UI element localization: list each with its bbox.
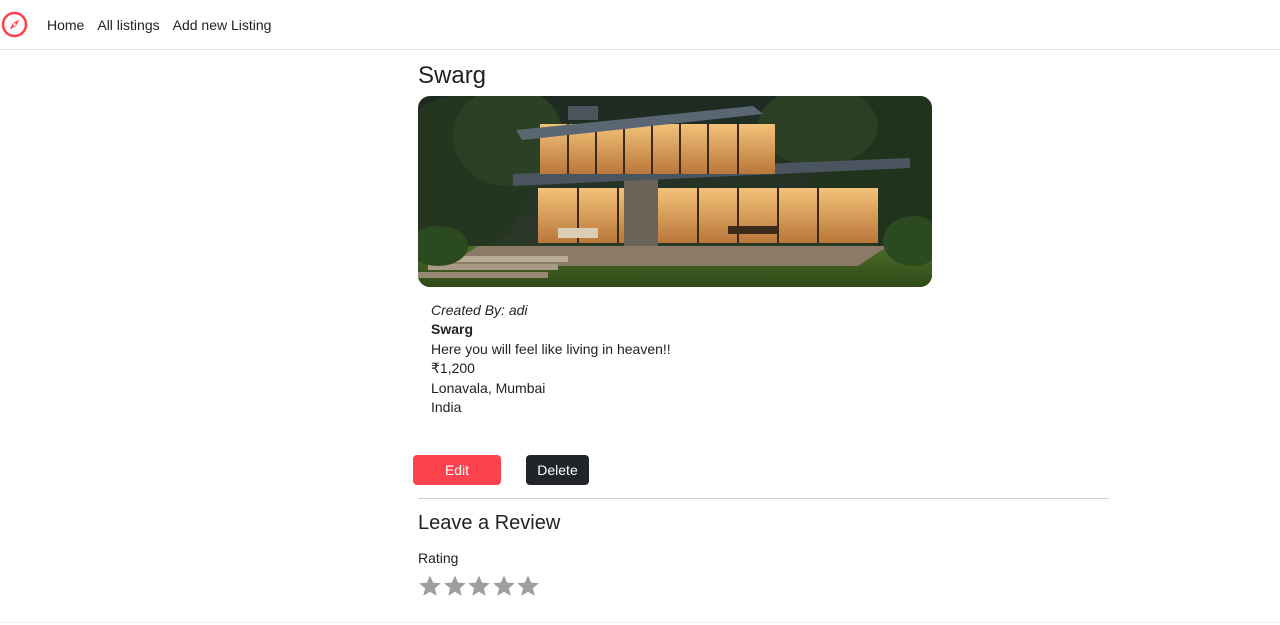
navbar: Home All listings Add new Listing <box>0 0 1280 50</box>
footer-divider <box>0 622 1280 623</box>
edit-button[interactable]: Edit <box>413 455 501 485</box>
nav-link-add-new-listing[interactable]: Add new Listing <box>173 17 272 33</box>
listing-details: Created By: adi Swarg Here you will feel… <box>431 301 671 417</box>
listing-owner: Created By: adi <box>431 302 528 318</box>
star-icon[interactable] <box>467 574 491 598</box>
star-icon[interactable] <box>492 574 516 598</box>
star-icon[interactable] <box>418 574 442 598</box>
nav-links: Home All listings Add new Listing <box>47 0 284 50</box>
review-heading: Leave a Review <box>418 512 561 534</box>
delete-button[interactable]: Delete <box>526 455 589 485</box>
compass-icon[interactable] <box>1 11 28 38</box>
listing-name: Swarg <box>431 321 474 338</box>
listing-description: Here you will feel like living in heaven… <box>431 340 671 357</box>
listing-image <box>418 96 932 287</box>
star-icon[interactable] <box>443 574 467 598</box>
listing-price: ₹1,200 <box>431 360 475 377</box>
listing-title: Swarg <box>418 62 487 89</box>
divider <box>418 498 1109 499</box>
listing-country: India <box>431 399 462 416</box>
listing-house-photo <box>418 96 932 287</box>
nav-link-home[interactable]: Home <box>47 17 84 33</box>
star-icon[interactable] <box>516 574 540 598</box>
star-rating <box>418 574 541 598</box>
rating-label: Rating <box>418 550 459 566</box>
listing-location: Lonavala, Mumbai <box>431 379 546 396</box>
nav-link-all-listings[interactable]: All listings <box>97 17 159 33</box>
